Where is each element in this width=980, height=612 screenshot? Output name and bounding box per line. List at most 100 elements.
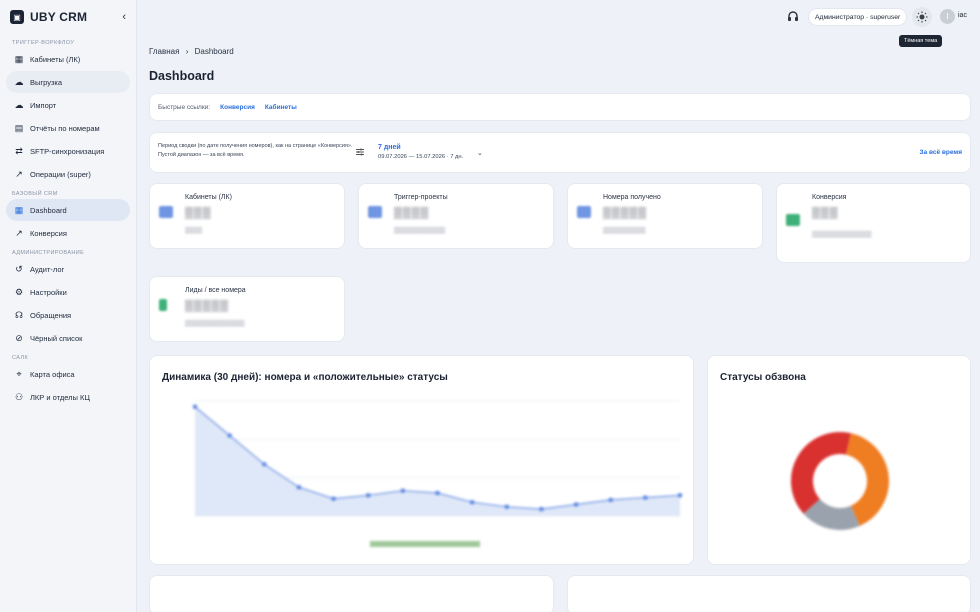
sidebar-item-label: Карта офиса xyxy=(30,369,75,379)
sidebar-item[interactable]: ⌖ Карта офиса xyxy=(6,363,130,385)
sidebar-section-title: ТРИГГЕР-ВОРКФЛОУ xyxy=(12,40,75,46)
map-pin-icon: ⌖ xyxy=(16,368,22,379)
sidebar-item-label: Кабинеты (ЛК) xyxy=(30,54,81,64)
data-point xyxy=(574,502,579,507)
quick-links-bar: Быстрые ссылки: Конверсия Кабинеты xyxy=(149,93,971,121)
data-point xyxy=(608,497,613,502)
stat-card-trigger-projects[interactable]: Триггер-проекты ▒▒▒▒ ▒▒▒▒▒▒▒▒▒▒▒▒ xyxy=(358,183,554,249)
chart-title: Динамика (30 дней): номера и «положитель… xyxy=(162,372,448,383)
period-range[interactable]: 09.07.2026 — 15.07.2026 · 7 дн. xyxy=(378,154,463,160)
sidebar-item[interactable]: ↗ Конверсия xyxy=(6,222,130,244)
chevron-down-icon[interactable]: ⌄ xyxy=(477,149,483,157)
stat-card-cabinets[interactable]: Кабинеты (ЛК) ▒▒▒ ▒▒▒▒ xyxy=(149,183,345,249)
stat-label: Номера получено xyxy=(603,194,661,201)
user-name[interactable]: iac xyxy=(958,12,967,19)
sidebar-item-label: Импорт xyxy=(30,100,57,110)
sidebar-nav: ТРИГГЕР-ВОРКФЛОУ ▦ Кабинеты (ЛК) ☁ Выгрузка ☁… xyxy=(0,40,136,408)
sidebar-section-title: АДМИНИСТРИРОВАНИЕ xyxy=(12,250,85,256)
brand: ▣ UBY CRM ‹ xyxy=(0,0,136,34)
sidebar-item[interactable]: ▦ Dashboard xyxy=(6,199,130,221)
bottom-card-right xyxy=(567,575,971,612)
stat-value: ▒▒▒▒▒ xyxy=(185,300,229,312)
sidebar-item[interactable]: ▤ Отчёты по номерам xyxy=(6,117,130,139)
data-point xyxy=(539,507,544,512)
data-point xyxy=(366,493,371,498)
sidebar-item[interactable]: ☊ Обращения xyxy=(6,304,130,326)
status-chart-card: Статусы обзвона xyxy=(707,355,971,565)
quick-link-cabinets[interactable]: Кабинеты xyxy=(265,104,297,111)
sidebar-item[interactable]: ⇄ SFTP-синхронизация xyxy=(6,140,130,162)
status-donut-chart xyxy=(791,432,889,530)
block-icon: ⊘ xyxy=(15,332,23,343)
cloud-download-icon: ☁ xyxy=(14,99,24,110)
tune-icon[interactable] xyxy=(355,147,365,157)
data-point xyxy=(643,495,648,500)
theme-tooltip: Тёмная тема xyxy=(899,35,943,47)
sidebar-item-label: Настройки xyxy=(30,287,67,297)
status-chart-title: Статусы обзвона xyxy=(720,372,806,383)
data-point xyxy=(193,404,197,409)
data-point xyxy=(400,488,405,493)
legend xyxy=(370,541,480,547)
stat-card-leads[interactable]: Лиды / все номера ▒▒▒▒▒ ▒▒▒▒▒▒▒▒▒▒▒▒▒▒ xyxy=(149,276,345,342)
stat-icon xyxy=(577,206,591,218)
data-point xyxy=(296,485,301,490)
data-point xyxy=(435,491,440,495)
sidebar-item[interactable]: ▦ Кабинеты (ЛК) xyxy=(6,48,130,70)
building-icon: ▦ xyxy=(14,53,24,64)
sidebar-section-title: БАЗОВЫЙ CRM xyxy=(12,191,58,197)
bottom-card-left xyxy=(149,575,554,612)
area-fill xyxy=(195,406,680,516)
sidebar-item-label: Dashboard xyxy=(30,205,67,215)
gear-icon: ⚙ xyxy=(14,286,24,297)
breadcrumb-separator: › xyxy=(185,47,189,56)
stat-sub: ▒▒▒▒▒▒▒▒▒▒ xyxy=(603,228,646,234)
sidebar-item[interactable]: ☁ Импорт xyxy=(6,94,130,116)
stat-sub: ▒▒▒▒▒▒▒▒▒▒▒▒▒▒ xyxy=(812,232,872,238)
headset-icon[interactable] xyxy=(786,10,800,24)
avatar[interactable]: I xyxy=(940,9,955,24)
period-days[interactable]: 7 дней xyxy=(378,144,401,151)
theme-toggle-button[interactable] xyxy=(912,7,932,27)
sidebar-section-title: САЛК xyxy=(12,355,29,361)
sidebar-item[interactable]: ☁ Выгрузка xyxy=(6,71,130,93)
quick-link-conversion[interactable]: Конверсия xyxy=(220,104,255,111)
sidebar-item[interactable]: ⊘ Чёрный список xyxy=(6,327,130,349)
sidebar-item[interactable]: ↗ Операции (super) xyxy=(6,163,130,185)
sidebar-item-label: Выгрузка xyxy=(30,77,63,87)
stat-sub: ▒▒▒▒▒▒▒▒▒▒▒▒▒▒ xyxy=(185,321,245,327)
quick-links-label: Быстрые ссылки: xyxy=(158,103,211,111)
sidebar: ▣ UBY CRM ‹ ТРИГГЕР-ВОРКФЛОУ ▦ Кабинеты (Л… xyxy=(0,0,137,612)
trend-icon: ↗ xyxy=(15,168,23,179)
all-time-button[interactable]: За всё время xyxy=(920,149,962,156)
topbar: Администратор · superuser Тёмная тема I … xyxy=(137,0,980,47)
data-point xyxy=(470,500,475,505)
stat-icon xyxy=(159,299,167,311)
dynamics-chart-card: Динамика (30 дней): номера и «положитель… xyxy=(149,355,694,565)
data-point xyxy=(227,433,232,438)
data-point xyxy=(262,462,267,467)
stat-card-numbers-received[interactable]: Номера получено ▒▒▒▒▒ ▒▒▒▒▒▒▒▒▒▒ xyxy=(567,183,763,249)
sidebar-item-label: SFTP-синхронизация xyxy=(30,146,105,156)
history-icon: ↺ xyxy=(15,263,23,274)
sidebar-item-label: ЛКР и отделы КЦ xyxy=(30,392,90,402)
sidebar-item[interactable]: ↺ Аудит-лог xyxy=(6,258,130,280)
sidebar-item-label: Операции (super) xyxy=(30,169,91,179)
stat-sub: ▒▒▒▒▒▒▒▒▒▒▒▒ xyxy=(394,228,446,234)
chevron-left-icon[interactable]: ‹ xyxy=(122,11,126,23)
headset-icon: ☊ xyxy=(15,309,23,320)
breadcrumb-home[interactable]: Главная xyxy=(149,47,179,56)
report-icon: ▤ xyxy=(14,122,24,133)
sidebar-item[interactable]: ⚙ Настройки xyxy=(6,281,130,303)
org-icon: ⚇ xyxy=(14,391,24,402)
stat-card-conversion[interactable]: Конверсия ▒▒▒ ▒▒▒▒▒▒▒▒▒▒▒▒▒▒ xyxy=(776,183,971,263)
period-description: Период сводки (по дате получения номеров… xyxy=(158,143,353,158)
sidebar-item-label: Конверсия xyxy=(30,228,67,238)
role-badge[interactable]: Администратор · superuser xyxy=(808,8,908,26)
stat-value: ▒▒▒▒▒ xyxy=(603,207,647,219)
data-point xyxy=(678,493,682,498)
sidebar-item[interactable]: ⚇ ЛКР и отделы КЦ xyxy=(6,386,130,408)
logo-icon: ▣ xyxy=(10,10,24,24)
stat-label: Лиды / все номера xyxy=(185,287,246,294)
page-title: Dashboard xyxy=(149,69,215,83)
